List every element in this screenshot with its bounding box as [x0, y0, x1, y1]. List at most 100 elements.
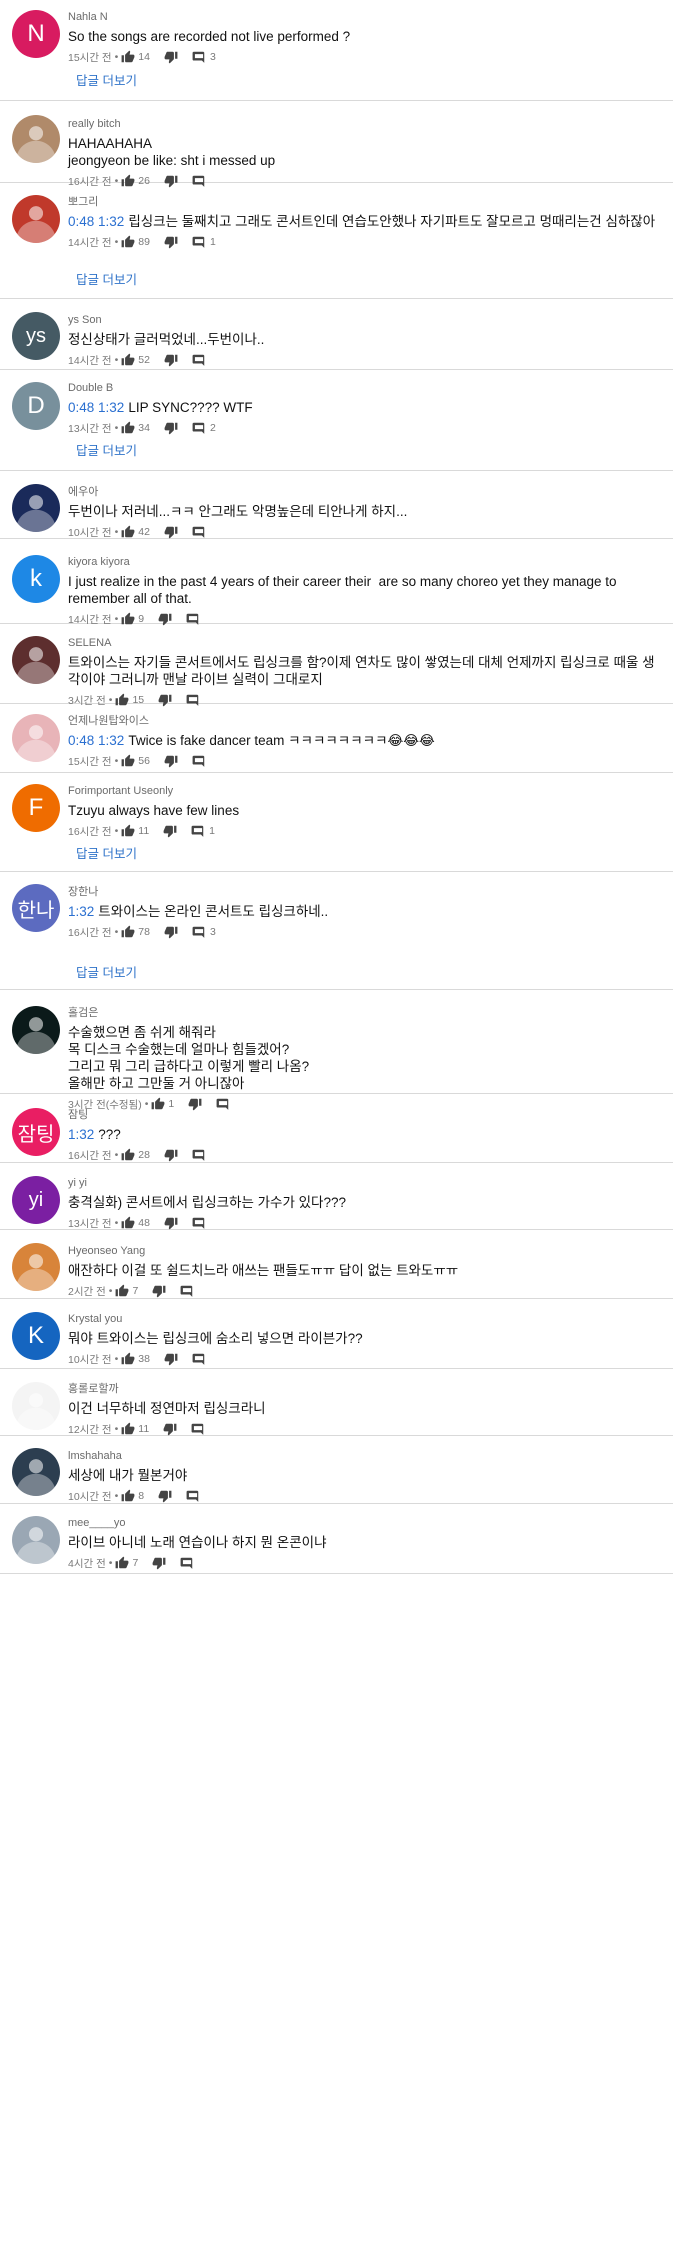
- like-button[interactable]: 34: [121, 421, 150, 435]
- like-button[interactable]: 56: [121, 754, 150, 768]
- avatar[interactable]: F: [12, 784, 60, 832]
- dislike-button[interactable]: [164, 1148, 178, 1162]
- dislike-button[interactable]: [164, 50, 178, 64]
- avatar[interactable]: [12, 1006, 60, 1054]
- reply-button[interactable]: [192, 1216, 206, 1230]
- reply-button[interactable]: [192, 1352, 206, 1366]
- comment-author[interactable]: SELENA: [68, 636, 659, 650]
- avatar[interactable]: [12, 1243, 60, 1291]
- avatar[interactable]: 한나: [12, 884, 60, 932]
- comment-time: 13시간 전: [68, 1217, 112, 1230]
- avatar[interactable]: [12, 1516, 60, 1564]
- timestamp-link[interactable]: 0:48 1:32: [68, 400, 124, 415]
- dislike-button[interactable]: [152, 1284, 166, 1298]
- reply-button[interactable]: [186, 1489, 200, 1503]
- dislike-button[interactable]: [163, 824, 177, 838]
- avatar[interactable]: 잠팅: [12, 1108, 60, 1156]
- more-replies-link[interactable]: 답글 더보기: [76, 70, 137, 89]
- comment-author[interactable]: 잠팅: [68, 1108, 659, 1122]
- reply-button[interactable]: [191, 1422, 205, 1436]
- more-replies-link[interactable]: 답글 더보기: [76, 962, 137, 981]
- comment-author[interactable]: 언제나원탑와이스: [68, 714, 659, 728]
- like-button[interactable]: 11: [121, 824, 149, 838]
- avatar[interactable]: [12, 1382, 60, 1430]
- dislike-button[interactable]: [163, 1422, 177, 1436]
- avatar[interactable]: [12, 636, 60, 684]
- timestamp-link[interactable]: 0:48 1:32: [68, 733, 124, 748]
- more-replies-link[interactable]: 답글 더보기: [76, 269, 137, 288]
- avatar[interactable]: [12, 484, 60, 532]
- like-count: 11: [138, 1423, 150, 1435]
- reply-button[interactable]: 1: [192, 235, 216, 249]
- comment-author[interactable]: 뽀그리: [68, 195, 659, 209]
- like-button[interactable]: 7: [115, 1284, 138, 1298]
- dislike-button[interactable]: [164, 1216, 178, 1230]
- timestamp-link[interactable]: 1:32: [68, 904, 94, 919]
- like-button[interactable]: 14: [121, 50, 150, 64]
- like-button[interactable]: 42: [121, 525, 150, 539]
- comment-author[interactable]: 에우아: [68, 485, 659, 499]
- comment-author[interactable]: 장한나: [68, 885, 659, 899]
- avatar[interactable]: D: [12, 382, 60, 430]
- avatar[interactable]: [12, 714, 60, 762]
- more-replies-link[interactable]: 답글 더보기: [76, 440, 137, 459]
- avatar[interactable]: [12, 115, 60, 163]
- reply-button[interactable]: 1: [191, 824, 215, 838]
- comment-author[interactable]: 홍롤로할까: [68, 1382, 659, 1396]
- reply-button[interactable]: [180, 1284, 194, 1298]
- reply-button[interactable]: 3: [192, 925, 216, 939]
- like-button[interactable]: 11: [121, 1422, 149, 1436]
- like-button[interactable]: 78: [121, 925, 150, 939]
- comment-author[interactable]: ys Son: [68, 313, 659, 327]
- avatar[interactable]: [12, 195, 60, 243]
- comment-author[interactable]: Krystal you: [68, 1312, 659, 1326]
- comment-author[interactable]: mee____yo: [68, 1516, 659, 1530]
- dislike-button[interactable]: [164, 925, 178, 939]
- avatar[interactable]: [12, 1448, 60, 1496]
- separator-dot: •: [114, 354, 119, 366]
- like-button[interactable]: 7: [115, 1556, 138, 1570]
- comment-author[interactable]: kiyora kiyora: [68, 555, 659, 569]
- avatar[interactable]: yi: [12, 1176, 60, 1224]
- comment-author[interactable]: 홀검은: [68, 1006, 659, 1020]
- comment-author[interactable]: Forimportant Useonly: [68, 784, 659, 798]
- dislike-button[interactable]: [164, 1352, 178, 1366]
- dislike-button[interactable]: [164, 235, 178, 249]
- reply-button[interactable]: 3: [192, 50, 216, 64]
- like-button[interactable]: 89: [121, 235, 150, 249]
- dislike-button[interactable]: [164, 525, 178, 539]
- comment-author[interactable]: lmshahaha: [68, 1449, 659, 1463]
- comment-meta: 10시간 전 • 8: [68, 1487, 659, 1505]
- comment-meta: 15시간 전 • 56: [68, 752, 659, 770]
- more-replies-link[interactable]: 답글 더보기: [76, 843, 137, 862]
- like-button[interactable]: 48: [121, 1216, 150, 1230]
- reply-button[interactable]: [180, 1556, 194, 1570]
- comment-item: K Krystal you 뭐야 트와이스는 립싱크에 숨소리 넣으면 라이븐가??…: [0, 1299, 673, 1369]
- like-button[interactable]: 28: [121, 1148, 150, 1162]
- dislike-button[interactable]: [164, 754, 178, 768]
- comment-author[interactable]: Hyeonseo Yang: [68, 1244, 659, 1258]
- dislike-button[interactable]: [158, 1489, 172, 1503]
- avatar[interactable]: N: [12, 10, 60, 58]
- timestamp-link[interactable]: 0:48 1:32: [68, 214, 124, 229]
- reply-button[interactable]: [192, 353, 206, 367]
- comment-author[interactable]: really bitch: [68, 117, 659, 131]
- avatar[interactable]: k: [12, 555, 60, 603]
- comment-author[interactable]: Double B: [68, 381, 659, 395]
- comment-author[interactable]: Nahla N: [68, 10, 659, 24]
- comment-author[interactable]: yi yi: [68, 1176, 659, 1190]
- separator-dot: •: [114, 51, 119, 63]
- avatar[interactable]: ys: [12, 312, 60, 360]
- timestamp-link[interactable]: 1:32: [68, 1127, 94, 1142]
- avatar[interactable]: K: [12, 1312, 60, 1360]
- reply-button[interactable]: [192, 525, 206, 539]
- dislike-button[interactable]: [164, 353, 178, 367]
- reply-button[interactable]: 2: [192, 421, 216, 435]
- dislike-button[interactable]: [152, 1556, 166, 1570]
- reply-button[interactable]: [192, 1148, 206, 1162]
- dislike-button[interactable]: [164, 421, 178, 435]
- reply-button[interactable]: [192, 754, 206, 768]
- like-button[interactable]: 8: [121, 1489, 144, 1503]
- like-button[interactable]: 52: [121, 353, 150, 367]
- like-button[interactable]: 38: [121, 1352, 150, 1366]
